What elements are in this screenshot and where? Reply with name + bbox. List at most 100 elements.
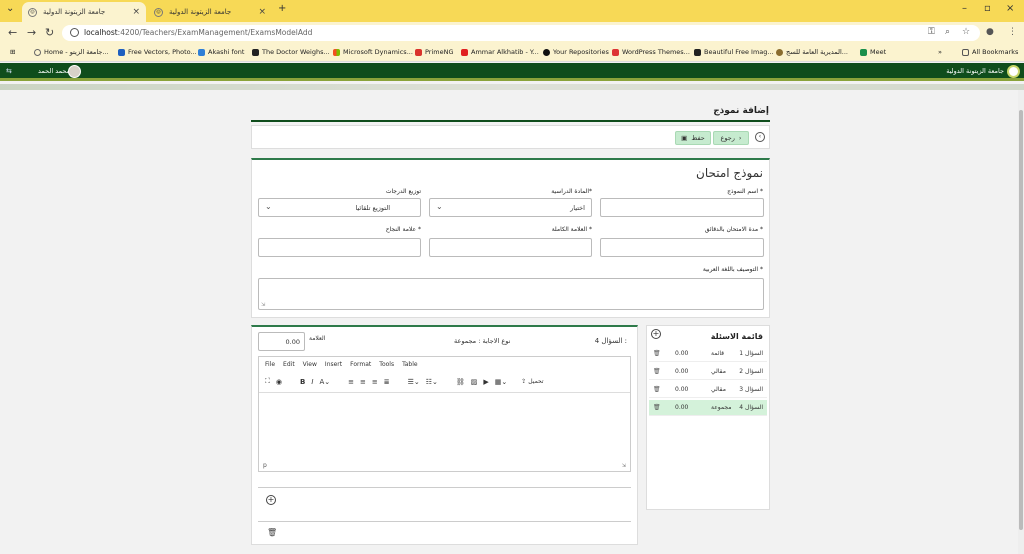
zoom-icon[interactable]: ⌕	[945, 27, 950, 37]
action-toolbar: ‹ رجوع › ▣ حفظ	[251, 125, 770, 149]
bookmark-item[interactable]: Ammar Alkhatib - Y...	[461, 48, 539, 56]
menu-format[interactable]: Format	[350, 361, 371, 368]
menu-insert[interactable]: Insert	[325, 361, 342, 368]
preview-eye-icon[interactable]: ◉	[276, 378, 282, 386]
align-right-icon[interactable]: ≡	[372, 378, 378, 386]
scrollbar-thumb[interactable]	[1019, 110, 1023, 530]
collapse-icon[interactable]: ‹	[755, 132, 765, 142]
align-center-icon[interactable]: ≡	[360, 378, 366, 386]
url-host: localhost	[84, 28, 118, 37]
bookmark-item[interactable]: Microsoft Dynamics...	[333, 48, 413, 56]
forward-arrow-icon[interactable]: →	[27, 26, 36, 39]
minimize-icon[interactable]: –	[962, 3, 967, 14]
title-underline	[251, 120, 770, 122]
save-icon: ▣	[681, 134, 688, 142]
browser-toolbar: ← → ↻ localhost:4200/Teachers/ExamManage…	[0, 22, 1024, 44]
close-window-icon[interactable]: ×	[1006, 3, 1014, 14]
bookmark-item[interactable]: The Doctor Weighs...	[252, 48, 330, 56]
more-bookmarks-icon[interactable]: »	[938, 48, 942, 56]
avatar[interactable]	[68, 65, 81, 78]
question-row[interactable]: 🗑 0.00 قائمة السؤال 1	[649, 346, 767, 362]
back-arrow-icon[interactable]: ←	[8, 26, 17, 39]
url-path: :4200/Teachers/ExamManagement/ExamsModel…	[117, 28, 313, 37]
site-info-icon[interactable]	[70, 28, 79, 37]
table-icon[interactable]: ▦⌄	[495, 378, 507, 386]
questions-list-title: قائمة الاسئلة	[710, 332, 763, 341]
bookmark-item[interactable]: Your Repositories	[543, 48, 609, 56]
align-justify-icon[interactable]: ≣	[384, 378, 390, 386]
close-icon[interactable]: ×	[258, 7, 266, 17]
tab-search-icon[interactable]: ⌄	[6, 3, 14, 14]
trash-icon[interactable]: 🗑	[653, 368, 661, 375]
trash-icon[interactable]: 🗑	[653, 350, 661, 357]
all-bookmarks[interactable]: All Bookmarks	[962, 48, 1018, 56]
star-icon[interactable]: ☆	[962, 27, 970, 37]
chevron-down-icon: ⌄	[265, 202, 272, 211]
mark-input[interactable]: 0.00	[258, 332, 305, 351]
bookmark-item[interactable]: Free Vectors, Photo...	[118, 48, 197, 56]
upload-button[interactable]: ⇪ تحميل	[521, 378, 543, 385]
editor-content-area[interactable]	[259, 392, 630, 460]
menu-toggle-icon[interactable]: ⇆	[6, 67, 12, 75]
align-left-icon[interactable]: ≡	[348, 378, 354, 386]
browser-tab-2[interactable]: ◎ جامعة الزيتونة الدولية ×	[148, 2, 272, 22]
media-icon[interactable]: ▶	[483, 378, 488, 386]
menu-table[interactable]: Table	[402, 361, 418, 368]
image-icon[interactable]: ▨	[471, 378, 478, 386]
reload-icon[interactable]: ↻	[45, 26, 54, 39]
back-button[interactable]: رجوع ›	[713, 131, 749, 145]
bookmark-item[interactable]: WordPress Themes...	[612, 48, 690, 56]
key-icon[interactable]: ⚿	[928, 27, 935, 37]
menu-dots-icon[interactable]: ⋮	[1008, 27, 1017, 37]
resize-handle-icon[interactable]: ⇲	[261, 302, 265, 308]
trash-icon[interactable]: 🗑	[653, 386, 661, 393]
profile-icon[interactable]: ●	[986, 27, 994, 37]
editor-resize-icon[interactable]: ⇲	[622, 463, 626, 469]
numbered-list-icon[interactable]: ☷⌄	[426, 378, 438, 386]
answer-type-label: نوع الاجابة : مجموعة	[454, 337, 511, 345]
restore-icon[interactable]: ▫	[984, 3, 991, 14]
bookmark-item[interactable]: PrimeNG	[415, 48, 454, 56]
browser-tab-1[interactable]: ◎ جامعة الزيتونة الدولية ×	[22, 2, 146, 22]
bookmark-item[interactable]: Akashi font	[198, 48, 244, 56]
add-question-icon[interactable]: +	[651, 329, 661, 339]
italic-icon[interactable]: I	[311, 378, 313, 386]
description-label: التوصيف باللغة العربية *	[702, 266, 763, 273]
bullet-list-icon[interactable]: ☰⌄	[408, 378, 420, 386]
menu-view[interactable]: View	[303, 361, 317, 368]
grade-distribution-select[interactable]: ⌄ التوزيع تلقائيا	[258, 198, 421, 217]
address-bar[interactable]: localhost:4200/Teachers/ExamManagement/E…	[62, 25, 980, 41]
menu-tools[interactable]: Tools	[379, 361, 394, 368]
bookmark-item[interactable]: المديرية العامة للسج...	[776, 48, 848, 56]
model-name-input[interactable]	[600, 198, 764, 217]
question-row[interactable]: 🗑 0.00 مقالي السؤال 3	[649, 382, 767, 398]
university-name: جامعة الزيتونة الدولية	[946, 67, 1004, 75]
questions-list-card: + قائمة الاسئلة 🗑 0.00 قائمة السؤال 1 🗑 …	[646, 325, 770, 510]
add-answer-icon[interactable]: +	[266, 495, 276, 505]
bookmark-item[interactable]: Beautiful Free Imag...	[694, 48, 774, 56]
pass-mark-input[interactable]	[258, 238, 421, 257]
menu-file[interactable]: File	[265, 361, 275, 368]
description-textarea[interactable]: ⇲	[258, 278, 764, 310]
bold-icon[interactable]: B	[300, 378, 305, 386]
save-button[interactable]: ▣ حفظ	[675, 131, 711, 145]
trash-icon[interactable]: 🗑	[267, 528, 277, 537]
question-row[interactable]: 🗑 0.00 مقالي السؤال 2	[649, 364, 767, 380]
fullscreen-icon[interactable]: ⛶	[265, 377, 270, 386]
browser-tab-bar: ⌄ ◎ جامعة الزيتونة الدولية × ◎ جامعة الز…	[0, 0, 1024, 22]
duration-input[interactable]	[600, 238, 764, 257]
subject-select[interactable]: ⌄ اختيار	[429, 198, 592, 217]
text-color-icon[interactable]: A⌄	[319, 378, 330, 386]
page-scrollbar[interactable]	[1018, 90, 1024, 554]
new-tab-icon[interactable]: +	[278, 3, 286, 14]
trash-icon[interactable]: 🗑	[653, 404, 661, 411]
apps-grid-icon[interactable]: ⊞	[10, 48, 15, 56]
bookmark-item[interactable]: Meet	[860, 48, 886, 56]
user-name[interactable]: محمد الحمد	[38, 67, 70, 75]
bookmark-item[interactable]: Home - جامعة الزيتو...	[34, 48, 109, 56]
link-icon[interactable]: ⛓	[456, 378, 465, 386]
question-row-selected[interactable]: 🗑 0.00 مجموعة السؤال 4	[649, 400, 767, 416]
full-mark-input[interactable]	[429, 238, 592, 257]
menu-edit[interactable]: Edit	[283, 361, 295, 368]
close-icon[interactable]: ×	[132, 7, 140, 17]
